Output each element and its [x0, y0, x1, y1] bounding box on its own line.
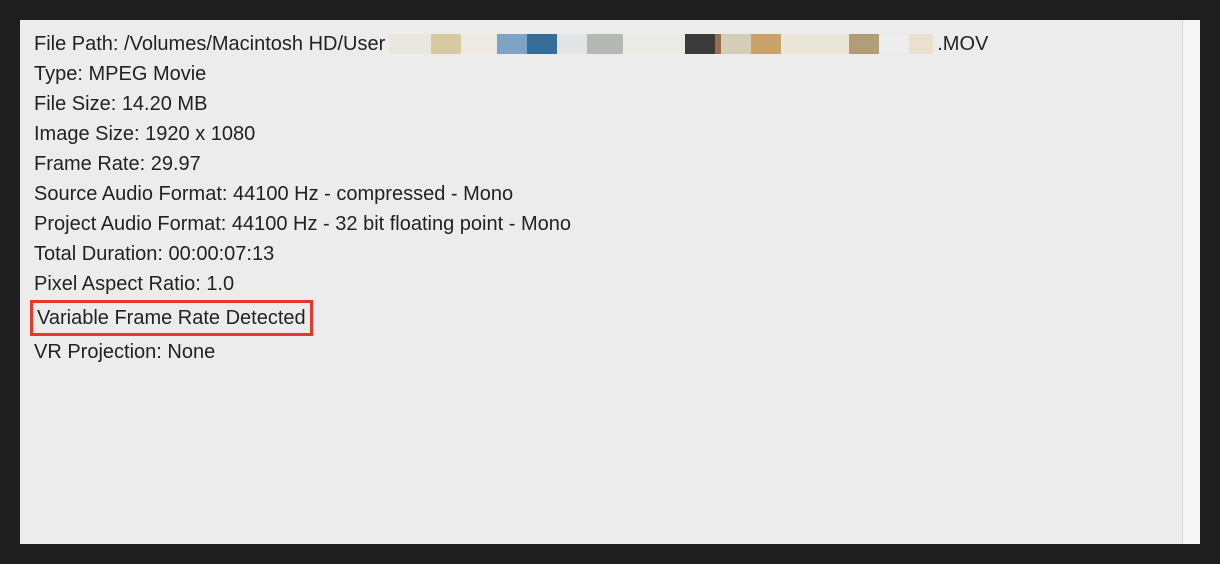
file-path-label: File Path: — [34, 30, 118, 58]
source-audio-row: Source Audio Format: 44100 Hz - compress… — [34, 180, 1186, 208]
frame-rate-value: 29.97 — [151, 153, 201, 175]
frame-rate-row: Frame Rate: 29.97 — [34, 150, 1186, 178]
image-size-label: Image Size: — [34, 123, 140, 145]
total-duration-row: Total Duration: 00:00:07:13 — [34, 240, 1186, 268]
file-path-row: File Path: /Volumes/Macintosh HD/User .M… — [34, 30, 1186, 58]
total-duration-label: Total Duration: — [34, 243, 163, 265]
type-value: MPEG Movie — [88, 63, 206, 85]
pixel-aspect-value: 1.0 — [206, 273, 234, 295]
project-audio-label: Project Audio Format: — [34, 213, 226, 235]
frame-rate-label: Frame Rate: — [34, 153, 145, 175]
vfr-detected-text: Variable Frame Rate Detected — [30, 300, 313, 336]
vfr-detected-row: Variable Frame Rate Detected — [34, 300, 1186, 336]
file-size-row: File Size: 14.20 MB — [34, 90, 1186, 118]
source-audio-label: Source Audio Format: — [34, 183, 227, 205]
source-audio-value: 44100 Hz - compressed - Mono — [233, 183, 513, 205]
total-duration-value: 00:00:07:13 — [169, 243, 275, 265]
image-size-value: 1920 x 1080 — [145, 123, 255, 145]
type-row: Type: MPEG Movie — [34, 60, 1186, 88]
project-audio-value: 44100 Hz - 32 bit floating point - Mono — [232, 213, 571, 235]
properties-panel: File Path: /Volumes/Macintosh HD/User .M… — [20, 20, 1200, 544]
file-path-suffix: .MOV — [937, 30, 988, 58]
type-label: Type: — [34, 63, 83, 85]
vr-projection-row: VR Projection: None — [34, 338, 1186, 366]
redacted-path-segment — [389, 34, 933, 54]
window-frame: File Path: /Volumes/Macintosh HD/User .M… — [0, 0, 1220, 564]
file-path-prefix: /Volumes/Macintosh HD/User — [124, 30, 385, 58]
file-size-value: 14.20 MB — [122, 93, 208, 115]
file-size-label: File Size: — [34, 93, 116, 115]
vertical-scrollbar[interactable] — [1182, 20, 1200, 544]
pixel-aspect-row: Pixel Aspect Ratio: 1.0 — [34, 270, 1186, 298]
image-size-row: Image Size: 1920 x 1080 — [34, 120, 1186, 148]
project-audio-row: Project Audio Format: 44100 Hz - 32 bit … — [34, 210, 1186, 238]
vr-projection-value: None — [167, 341, 215, 363]
pixel-aspect-label: Pixel Aspect Ratio: — [34, 273, 201, 295]
vr-projection-label: VR Projection: — [34, 341, 162, 363]
